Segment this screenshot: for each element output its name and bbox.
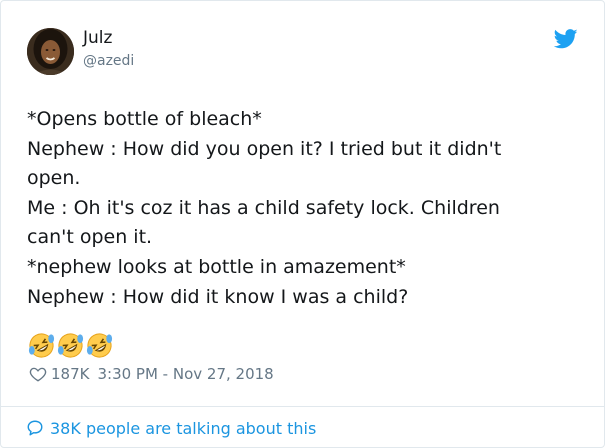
- tweet-text: *Opens bottle of bleach* Nephew : How di…: [27, 105, 587, 312]
- like-count[interactable]: 187K: [51, 365, 89, 383]
- tweet-line: can't open it.: [27, 226, 153, 249]
- tweet-line: open.: [27, 167, 81, 190]
- avatar-photo: [27, 28, 74, 75]
- tweet-line: Nephew : How did it know I was a child?: [27, 285, 409, 308]
- heart-icon[interactable]: [29, 365, 47, 383]
- timestamp[interactable]: 3:30 PM - Nov 27, 2018: [97, 365, 273, 383]
- rolling-laughing-emoji-icon: [28, 333, 55, 358]
- author-name[interactable]: Julz: [83, 28, 112, 48]
- emoji-row: [27, 331, 114, 361]
- tweet-line: *Opens bottle of bleach*: [27, 108, 262, 130]
- speech-bubble-icon: [27, 420, 43, 436]
- tweet-meta: 187K 3:30 PM - Nov 27, 2018: [29, 362, 274, 386]
- tweet-line: *nephew looks at bottle in amazement*: [27, 255, 406, 278]
- avatar[interactable]: [27, 28, 74, 75]
- conversation-link[interactable]: 38K people are talking about this: [26, 415, 316, 441]
- divider: [1, 406, 604, 407]
- tweet-card: Julz @azedi *Opens bottle of bleach* Nep…: [0, 0, 605, 448]
- conversation-text[interactable]: 38K people are talking about this: [50, 419, 316, 438]
- rolling-laughing-emoji-icon: [57, 333, 84, 358]
- tweet-line: Me : Oh it's coz it has a child safety l…: [27, 196, 500, 219]
- twitter-bird-icon[interactable]: [554, 29, 578, 49]
- tweet-line: Nephew : How did you open it? I tried bu…: [27, 137, 502, 160]
- rolling-laughing-emoji-icon: [86, 333, 113, 358]
- author-handle[interactable]: @azedi: [83, 53, 134, 69]
